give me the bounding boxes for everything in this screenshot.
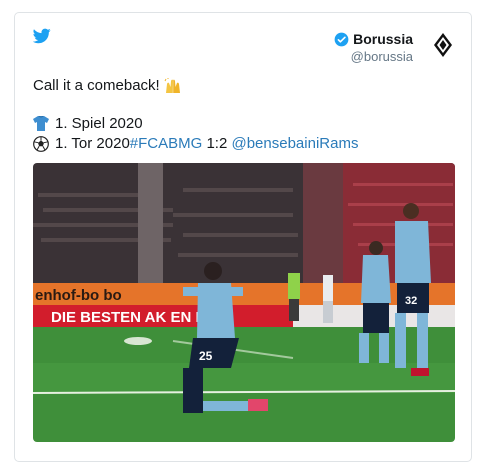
front-player-number: 25	[199, 349, 213, 363]
hashtag-link[interactable]: #FCABMG	[130, 135, 203, 152]
tweet-author[interactable]: Borussia @borussia	[334, 31, 413, 64]
raised-hands-emoji-icon	[164, 78, 180, 94]
first-goal-text: 1. Tor 2020	[55, 135, 130, 152]
club-crest-icon[interactable]	[433, 32, 453, 58]
tweet-card: Borussia @borussia Call it a comeback! 1…	[14, 12, 472, 462]
score-text: 1:2	[202, 135, 232, 152]
first-game-text: 1. Spiel 2020	[55, 115, 143, 132]
verified-badge-icon	[334, 32, 349, 46]
tweet-text-comeback: Call it a comeback!	[33, 77, 160, 94]
jersey-emoji-icon	[33, 116, 49, 131]
back-player-number: 32	[405, 295, 417, 307]
twitter-logo-icon[interactable]	[33, 28, 51, 44]
author-handle[interactable]: @borussia	[334, 49, 413, 64]
tweet-text-line-2: 1. Spiel 2020	[33, 115, 143, 132]
hoarding-text: enhof-bo bo	[35, 287, 122, 304]
tweet-text-line-3: 1. Tor 2020#FCABMG 1:2 @bensebainiRams	[33, 135, 358, 152]
author-display-name[interactable]: Borussia	[353, 31, 413, 47]
tweet-text-line-1: Call it a comeback!	[33, 77, 182, 94]
tweet-photo[interactable]: enhof-bo bo DIE BESTEN AK EN HITS 25 32	[33, 163, 455, 442]
mention-link[interactable]: @bensebainiRams	[231, 135, 358, 152]
soccer-ball-emoji-icon	[33, 135, 49, 152]
